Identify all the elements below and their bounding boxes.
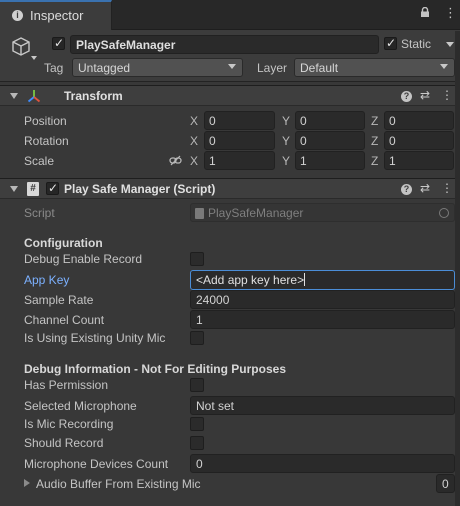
axis-x-label[interactable]: X bbox=[190, 114, 198, 128]
tag-dropdown-value: Untagged bbox=[78, 61, 131, 75]
inspector-tab-bar: i Inspector ⋮ bbox=[0, 0, 460, 30]
debug-enable-record-checkbox[interactable] bbox=[190, 252, 204, 266]
scale-y-field[interactable]: 1 bbox=[295, 151, 365, 170]
layer-dropdown[interactable]: Default bbox=[294, 58, 455, 77]
static-toggle[interactable] bbox=[384, 36, 397, 50]
foldout-arrow-icon[interactable] bbox=[10, 186, 18, 192]
object-picker-icon[interactable] bbox=[439, 208, 449, 218]
axis-y-label[interactable]: Y bbox=[282, 134, 290, 148]
layer-label: Layer bbox=[257, 61, 288, 75]
chevron-down-icon bbox=[440, 64, 448, 69]
scale-x-field[interactable]: 1 bbox=[204, 151, 275, 170]
kebab-menu-icon[interactable]: ⋮ bbox=[444, 6, 457, 19]
script-reference-value: PlaySafeManager bbox=[208, 206, 304, 220]
should-record-label: Should Record bbox=[24, 436, 104, 450]
script-enabled-toggle[interactable] bbox=[46, 181, 59, 195]
debug-information-header: Debug Information - Not For Editing Purp… bbox=[24, 362, 286, 376]
chevron-down-icon bbox=[228, 64, 236, 69]
gameobject-name-field[interactable]: PlaySafeManager bbox=[70, 35, 379, 54]
tab-inspector-label: Inspector bbox=[30, 8, 84, 23]
kebab-menu-icon[interactable]: ⋮ bbox=[441, 181, 453, 195]
rotation-label: Rotation bbox=[24, 134, 69, 148]
info-icon: i bbox=[12, 10, 23, 21]
kebab-menu-icon[interactable]: ⋮ bbox=[441, 88, 453, 102]
using-existing-mic-checkbox[interactable] bbox=[190, 331, 204, 345]
tag-label: Tag bbox=[44, 61, 64, 75]
app-key-value: <Add app key here> bbox=[196, 273, 305, 287]
axis-x-label[interactable]: X bbox=[190, 134, 198, 148]
selected-microphone-label: Selected Microphone bbox=[24, 399, 137, 413]
csharp-script-icon: # bbox=[27, 182, 39, 196]
static-dropdown-arrow-icon[interactable] bbox=[446, 42, 454, 47]
position-z-field[interactable]: 0 bbox=[384, 111, 454, 130]
mic-devices-count-label: Microphone Devices Count bbox=[24, 457, 169, 471]
help-icon[interactable]: ? bbox=[401, 91, 412, 102]
is-mic-recording-label: Is Mic Recording bbox=[24, 417, 114, 431]
sample-rate-field[interactable]: 24000 bbox=[190, 290, 455, 309]
tag-dropdown[interactable]: Untagged bbox=[72, 58, 243, 77]
transform-body: Position X 0 Y 0 Z 0 Rotation X 0 Y 0 Z … bbox=[0, 108, 460, 172]
script-label: Script bbox=[24, 206, 55, 220]
position-x-field[interactable]: 0 bbox=[204, 111, 275, 130]
position-y-field[interactable]: 0 bbox=[295, 111, 365, 130]
position-label: Position bbox=[24, 114, 67, 128]
channel-count-label: Channel Count bbox=[24, 313, 105, 327]
is-mic-recording-checkbox[interactable] bbox=[190, 417, 204, 431]
selected-microphone-field[interactable]: Not set bbox=[190, 396, 455, 415]
script-reference-field[interactable]: PlaySafeManager bbox=[190, 203, 455, 222]
script-component-body: Script PlaySafeManager Configuration Deb… bbox=[0, 200, 460, 506]
has-permission-checkbox[interactable] bbox=[190, 378, 204, 392]
audio-buffer-size-field[interactable]: 0 bbox=[436, 474, 455, 493]
help-icon[interactable]: ? bbox=[401, 184, 412, 195]
audio-buffer-foldout-icon[interactable] bbox=[24, 479, 30, 487]
axis-z-label[interactable]: Z bbox=[371, 114, 378, 128]
transform-axes-icon bbox=[27, 90, 41, 103]
layer-dropdown-value: Default bbox=[300, 61, 339, 75]
audio-buffer-label[interactable]: Audio Buffer From Existing Mic bbox=[36, 477, 201, 491]
app-key-label: App Key bbox=[24, 273, 70, 287]
lock-icon[interactable] bbox=[420, 7, 430, 17]
using-existing-mic-label: Is Using Existing Unity Mic bbox=[24, 331, 166, 345]
foldout-arrow-icon[interactable] bbox=[10, 93, 18, 99]
scale-z-field[interactable]: 1 bbox=[384, 151, 454, 170]
scale-label: Scale bbox=[24, 154, 55, 168]
rotation-x-field[interactable]: 0 bbox=[204, 131, 275, 150]
channel-count-field[interactable]: 1 bbox=[190, 310, 455, 329]
axis-z-label[interactable]: Z bbox=[371, 134, 378, 148]
transform-title: Transform bbox=[64, 89, 123, 103]
gameobject-cube-icon[interactable] bbox=[10, 36, 32, 58]
rotation-z-field[interactable]: 0 bbox=[384, 131, 454, 150]
icon-dropdown-arrow-icon[interactable] bbox=[31, 56, 37, 60]
mic-devices-count-field[interactable]: 0 bbox=[190, 454, 455, 473]
sample-rate-label: Sample Rate bbox=[24, 293, 94, 307]
transform-component-header[interactable]: Transform ? ⇄ ⋮ bbox=[0, 85, 460, 106]
preset-sliders-icon[interactable]: ⇄ bbox=[420, 88, 430, 102]
gameobject-header: PlaySafeManager Static Tag Untagged Laye… bbox=[0, 30, 460, 82]
axis-y-label[interactable]: Y bbox=[282, 154, 290, 168]
app-key-input[interactable]: <Add app key here> bbox=[190, 270, 455, 290]
preset-sliders-icon[interactable]: ⇄ bbox=[420, 181, 430, 195]
static-label: Static bbox=[401, 37, 432, 51]
gameobject-active-toggle[interactable] bbox=[52, 36, 65, 50]
axis-y-label[interactable]: Y bbox=[282, 114, 290, 128]
script-component-header[interactable]: # Play Safe Manager (Script) ? ⇄ ⋮ bbox=[0, 178, 460, 199]
scrollbar[interactable] bbox=[455, 31, 460, 506]
configuration-header: Configuration bbox=[24, 236, 103, 250]
rotation-y-field[interactable]: 0 bbox=[295, 131, 365, 150]
axis-z-label[interactable]: Z bbox=[371, 154, 378, 168]
debug-enable-record-label: Debug Enable Record bbox=[24, 252, 143, 266]
has-permission-label: Has Permission bbox=[24, 378, 109, 392]
tab-inspector[interactable]: i Inspector bbox=[0, 0, 112, 30]
constrain-proportions-icon[interactable] bbox=[169, 155, 182, 166]
script-file-icon bbox=[195, 208, 204, 219]
axis-x-label[interactable]: X bbox=[190, 154, 198, 168]
text-caret bbox=[304, 273, 306, 286]
script-component-title: Play Safe Manager (Script) bbox=[64, 182, 216, 196]
should-record-checkbox[interactable] bbox=[190, 436, 204, 450]
